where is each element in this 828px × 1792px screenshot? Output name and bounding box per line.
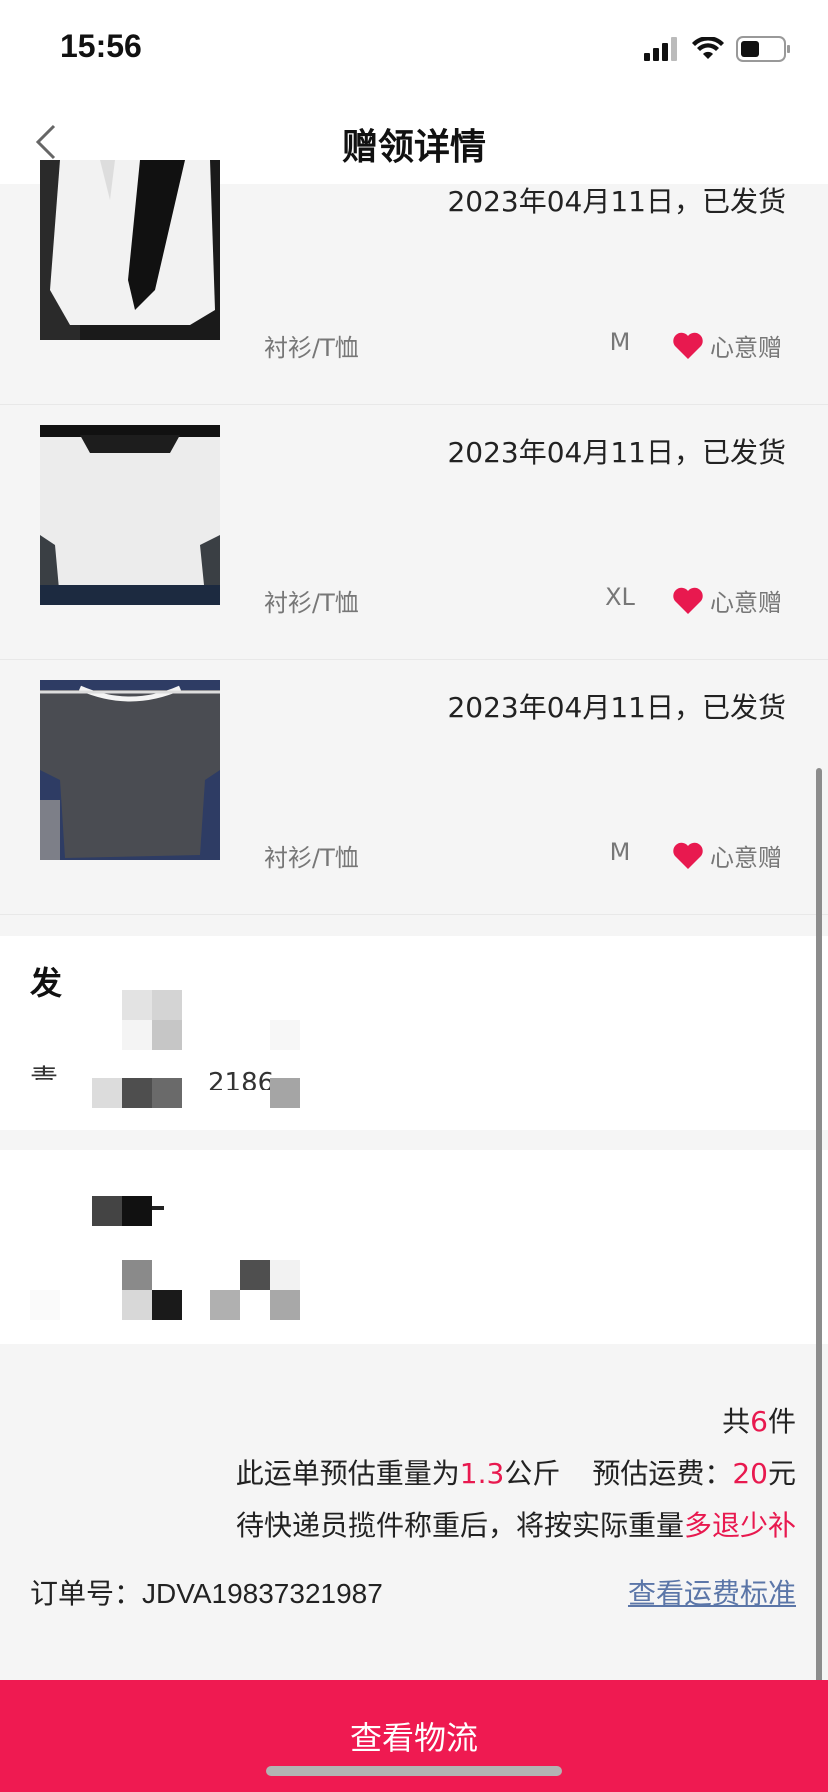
signal-icon xyxy=(644,37,677,61)
sender-label-fragment-2: 青 xyxy=(30,1063,59,1080)
item-size: XL xyxy=(605,583,635,611)
sender-code-fragment: 2186 xyxy=(208,1068,275,1090)
fee-value: 20 xyxy=(732,1457,768,1490)
heart-icon xyxy=(673,587,703,614)
sender-label-fragment: 发 xyxy=(30,964,63,1002)
mosaic-pixel xyxy=(30,1290,60,1320)
mosaic-pixel xyxy=(270,1020,300,1050)
fee-unit: 元 xyxy=(767,1457,796,1490)
item-category: 衬衫/T恤 xyxy=(264,334,359,362)
heart-icon xyxy=(673,842,703,869)
mosaic-pixel xyxy=(122,990,152,1020)
total-count: 共6件 xyxy=(722,1400,796,1440)
weight-note-line: 待快递员揽件称重后，将按实际重量多退少补 xyxy=(236,1504,796,1544)
total-suffix: 件 xyxy=(767,1405,796,1438)
fee-prefix: 预估运费： xyxy=(592,1457,733,1490)
donation-item[interactable]: 2023年04月11日，已发货 衬衫/T恤 M 心意赠 xyxy=(0,660,828,915)
mosaic-pixel xyxy=(122,1078,152,1108)
heart-icon xyxy=(673,332,703,359)
address-info-masked xyxy=(0,1150,828,1344)
item-thumbnail xyxy=(40,680,220,860)
status-icons xyxy=(644,36,792,62)
mosaic-pixel xyxy=(152,1206,164,1210)
note-highlight: 多退少补 xyxy=(683,1509,796,1542)
mosaic-pixel xyxy=(270,1260,300,1290)
item-category: 衬衫/T恤 xyxy=(264,589,359,617)
mosaic-pixel xyxy=(270,1078,300,1108)
item-thumbnail xyxy=(40,425,220,605)
sender-info-masked: 发 青 2186 xyxy=(0,936,828,1130)
weight-prefix: 此运单预估重量为 xyxy=(235,1457,460,1490)
mosaic-pixel xyxy=(122,1020,152,1050)
item-tag-label: 心意赠 xyxy=(710,589,782,617)
weight-unit: 公斤 xyxy=(504,1457,561,1490)
fee-standard-link[interactable]: 查看运费标准 xyxy=(628,1572,796,1612)
item-tag-label: 心意赠 xyxy=(710,334,782,362)
status-bar: 15:56 xyxy=(0,0,828,100)
order-number: JDVA19837321987 xyxy=(142,1578,383,1609)
battery-icon xyxy=(736,36,790,62)
item-tag: 心意赠 xyxy=(672,328,782,363)
mosaic-pixel xyxy=(152,1078,182,1108)
mosaic-pixel xyxy=(92,1078,122,1108)
donation-item[interactable]: 2023年04月11日，已发货 衬衫/T恤 XL 心意赠 xyxy=(0,405,828,660)
order-summary: 共6件 此运单预估重量为1.3公斤 预估运费：20元 待快递员揽件称重后，将按实际… xyxy=(0,1344,828,1680)
mosaic-pixel xyxy=(122,1260,152,1290)
weight-fee-line: 此运单预估重量为1.3公斤 预估运费：20元 xyxy=(236,1452,796,1492)
home-indicator[interactable] xyxy=(266,1766,562,1776)
item-size: M xyxy=(609,328,631,356)
mosaic-pixel xyxy=(122,1196,152,1226)
mosaic-pixel xyxy=(152,1290,182,1320)
mosaic-pixel xyxy=(270,1290,300,1320)
mosaic-pixel xyxy=(122,1290,152,1320)
mosaic-pixel xyxy=(210,1290,240,1320)
mosaic-pixel xyxy=(152,1020,182,1050)
item-tag: 心意赠 xyxy=(672,838,782,873)
total-count-value: 6 xyxy=(750,1405,768,1438)
item-tag-label: 心意赠 xyxy=(710,844,782,872)
mosaic-pixel xyxy=(240,1260,270,1290)
order-number-line: 订单号：JDVA19837321987 xyxy=(30,1572,383,1612)
wifi-icon xyxy=(692,37,724,59)
donation-item[interactable]: 2023年04月11日，已发货 衬衫/T恤 M 心意赠 xyxy=(0,160,828,405)
total-prefix: 共 xyxy=(722,1405,751,1438)
scrollbar[interactable] xyxy=(816,768,822,1716)
item-date-status: 2023年04月11日，已发货 xyxy=(447,691,786,724)
item-size: M xyxy=(609,838,631,866)
status-time: 15:56 xyxy=(60,28,142,64)
item-thumbnail xyxy=(40,160,220,340)
item-tag: 心意赠 xyxy=(672,583,782,618)
order-label: 订单号： xyxy=(30,1577,143,1610)
item-date-status: 2023年04月11日，已发货 xyxy=(447,436,786,469)
mosaic-pixel xyxy=(152,990,182,1020)
item-date-status: 2023年04月11日，已发货 xyxy=(447,185,786,218)
note-prefix: 待快递员揽件称重后，将按实际重量 xyxy=(235,1509,684,1542)
weight-value: 1.3 xyxy=(459,1457,505,1490)
mosaic-pixel xyxy=(92,1196,122,1226)
item-category: 衬衫/T恤 xyxy=(264,844,359,872)
donation-item-list: 2023年04月11日，已发货 衬衫/T恤 M 心意赠 2023年04月11日，… xyxy=(0,160,828,915)
